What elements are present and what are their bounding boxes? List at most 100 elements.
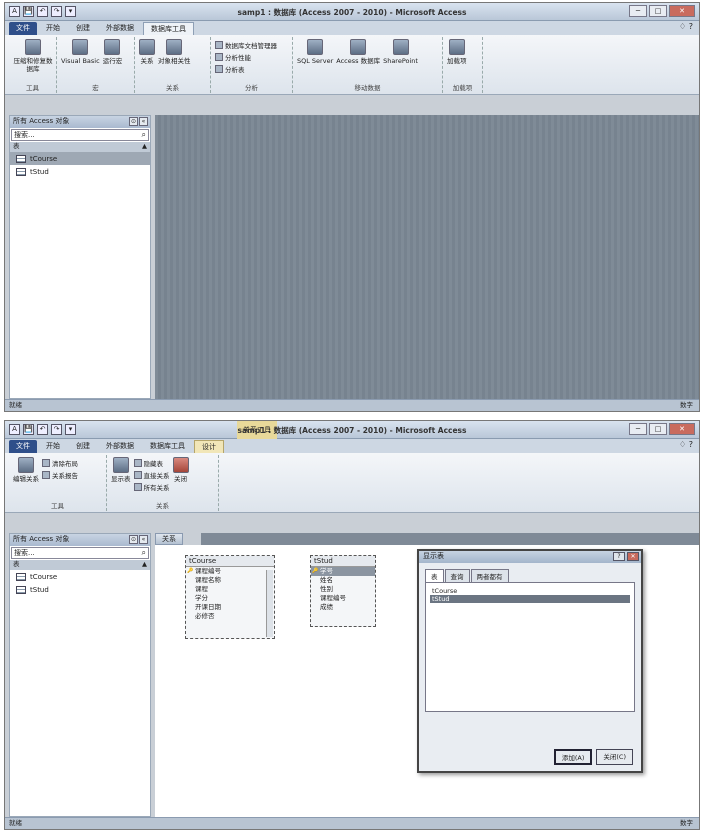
run-macro-icon [104,39,121,55]
relationships-canvas[interactable]: tCourse 课程编号 课程名称 课程 学分 开课日期 必修否 tStud 学… [155,545,699,817]
dialog-tab-tables[interactable]: 表 [425,569,444,582]
tab-database-tools[interactable]: 数据库工具 [143,440,192,453]
tab-file[interactable]: 文件 [9,440,37,453]
nav-pane-title: 所有 Access 对象 [13,535,70,543]
nav-item-tcourse[interactable]: tCourse [10,570,150,583]
nav-item-tstud[interactable]: tStud [10,165,150,178]
close-dialog-button[interactable]: 关闭(C) [596,749,633,765]
add-ins-icon [448,39,465,55]
nav-group-tables[interactable]: 表 ▲ [10,560,150,570]
nav-group-label: 表 [13,142,20,150]
num-lock-indicator: 数字 [680,819,693,827]
access-database-icon [350,39,367,55]
group-macro: Visual Basic 运行宏 宏 [57,37,135,93]
add-button[interactable]: 添加(A) [553,749,593,765]
table-icon [16,154,26,163]
field-list-item[interactable]: 开课日期 [186,603,274,612]
tab-external-data[interactable]: 外部数据 [99,22,141,35]
nav-group-tables[interactable]: 表 ▲ [10,142,150,152]
ribbon: 压缩和修复数据库 工具 Visual Basic 运行宏 宏 关系 对象相关性 [5,35,699,95]
collapse-pane-icon[interactable]: « [139,117,148,126]
field-list-scrollbar[interactable] [266,570,273,637]
dialog-title-bar[interactable]: 显示表 ? ✕ [419,551,641,563]
relationship-report-button[interactable]: 关系报告 [42,470,78,480]
database-documenter-label: 数据库文档管理器 [225,42,277,50]
list-item[interactable]: tStud [430,595,630,603]
field-list-title[interactable]: tCourse [186,556,274,567]
field-list-item[interactable]: 姓名 [311,576,375,585]
list-item[interactable]: tCourse [430,587,630,595]
field-list-item[interactable]: 课程编号 [311,594,375,603]
all-relationships-button[interactable]: 所有关系 [133,482,170,492]
analyze-table-label: 分析表 [225,66,245,74]
nav-menu-icon[interactable]: ⊙ [129,535,138,544]
tab-home[interactable]: 开始 [39,22,67,35]
analyze-table-button[interactable]: 分析表 [215,64,277,74]
field-list-item[interactable]: 学号 [311,567,375,576]
nav-pane-buttons: ⊙ « [129,117,148,126]
minimize-button[interactable]: ─ [629,423,647,435]
dialog-help-button[interactable]: ? [613,552,625,561]
maximize-button[interactable]: □ [649,423,667,435]
direct-relationships-button[interactable]: 直接关系 [133,470,170,480]
group-tools-label: 工具 [51,502,64,510]
field-list-item[interactable]: 学分 [186,594,274,603]
table-icon [16,572,26,581]
field-list-item[interactable]: 性别 [311,585,375,594]
all-relationships-icon [133,483,142,491]
field-list-item[interactable]: 课程 [186,585,274,594]
nav-search-input[interactable]: 搜索... ⌕ [11,547,149,559]
help-icon[interactable]: ♢ ? [679,22,693,31]
tab-create[interactable]: 创建 [69,22,97,35]
dialog-close-button[interactable]: ✕ [627,552,639,561]
close-button[interactable]: ✕ [669,423,695,435]
tab-home[interactable]: 开始 [39,440,67,453]
analyze-performance-button[interactable]: 分析性能 [215,52,277,62]
dialog-tab-queries[interactable]: 查询 [444,569,470,582]
field-list-tstud[interactable]: tStud 学号 姓名 性别 课程编号 成绩 [310,555,376,627]
tab-file[interactable]: 文件 [9,22,37,35]
field-list-tcourse[interactable]: tCourse 课程编号 课程名称 课程 学分 开课日期 必修否 [185,555,275,639]
relationships-doc-tab[interactable]: 关系 [155,533,183,545]
nav-search-input[interactable]: 搜索... ⌕ [11,129,149,141]
compact-repair-label: 压缩和修复数据库 [13,57,53,73]
table-icon [16,167,26,176]
title-bar: A 💾 ↶ ↷ ▾ samp1 : 数据库 (Access 2007 - 201… [5,3,699,21]
dialog-tab-both[interactable]: 两者都有 [470,569,509,582]
edit-relationships-icon [18,457,34,473]
field-list-item[interactable]: 课程编号 [186,567,274,576]
close-button[interactable]: ✕ [669,5,695,17]
maximize-button[interactable]: □ [649,5,667,17]
help-icon[interactable]: ♢ ? [679,440,693,449]
tab-external-data[interactable]: 外部数据 [99,440,141,453]
sharepoint-icon [392,39,409,55]
sql-server-label: SQL Server [297,57,334,65]
nav-item-tcourse[interactable]: tCourse [10,152,150,165]
collapse-pane-icon[interactable]: « [139,535,148,544]
visual-basic-label: Visual Basic [61,57,100,65]
hide-table-button[interactable]: 隐藏表 [133,458,170,468]
group-analyze-label: 分析 [245,84,258,92]
field-list-item[interactable]: 必修否 [186,612,274,621]
window-title: samp1 : 数据库 (Access 2007 - 2010) - Micro… [237,426,467,435]
field-list-title[interactable]: tStud [311,556,375,567]
nav-search-placeholder: 搜索... [14,549,35,557]
search-icon[interactable]: ⌕ [142,548,146,558]
nav-pane-header[interactable]: 所有 Access 对象 ⊙ « [10,116,150,128]
field-list-item[interactable]: 成绩 [311,603,375,612]
nav-item-tstud[interactable]: tStud [10,583,150,596]
tab-create[interactable]: 创建 [69,440,97,453]
nav-menu-icon[interactable]: ⊙ [129,117,138,126]
database-documenter-button[interactable]: 数据库文档管理器 [215,40,277,50]
search-icon[interactable]: ⌕ [142,130,146,140]
chevron-up-icon: ▲ [142,142,147,150]
navigation-pane: 所有 Access 对象 ⊙ « 搜索... ⌕ 表 ▲ tCourse tSt… [9,115,151,399]
table-listbox[interactable]: tCourse tStud [425,582,635,712]
minimize-button[interactable]: ─ [629,5,647,17]
nav-pane-header[interactable]: 所有 Access 对象 ⊙ « [10,534,150,546]
field-list-item[interactable]: 课程名称 [186,576,274,585]
close-red-icon [172,457,189,473]
tab-database-tools[interactable]: 数据库工具 [143,22,194,35]
tab-design[interactable]: 设计 [194,440,224,453]
clear-layout-button[interactable]: 清除布局 [42,458,78,468]
